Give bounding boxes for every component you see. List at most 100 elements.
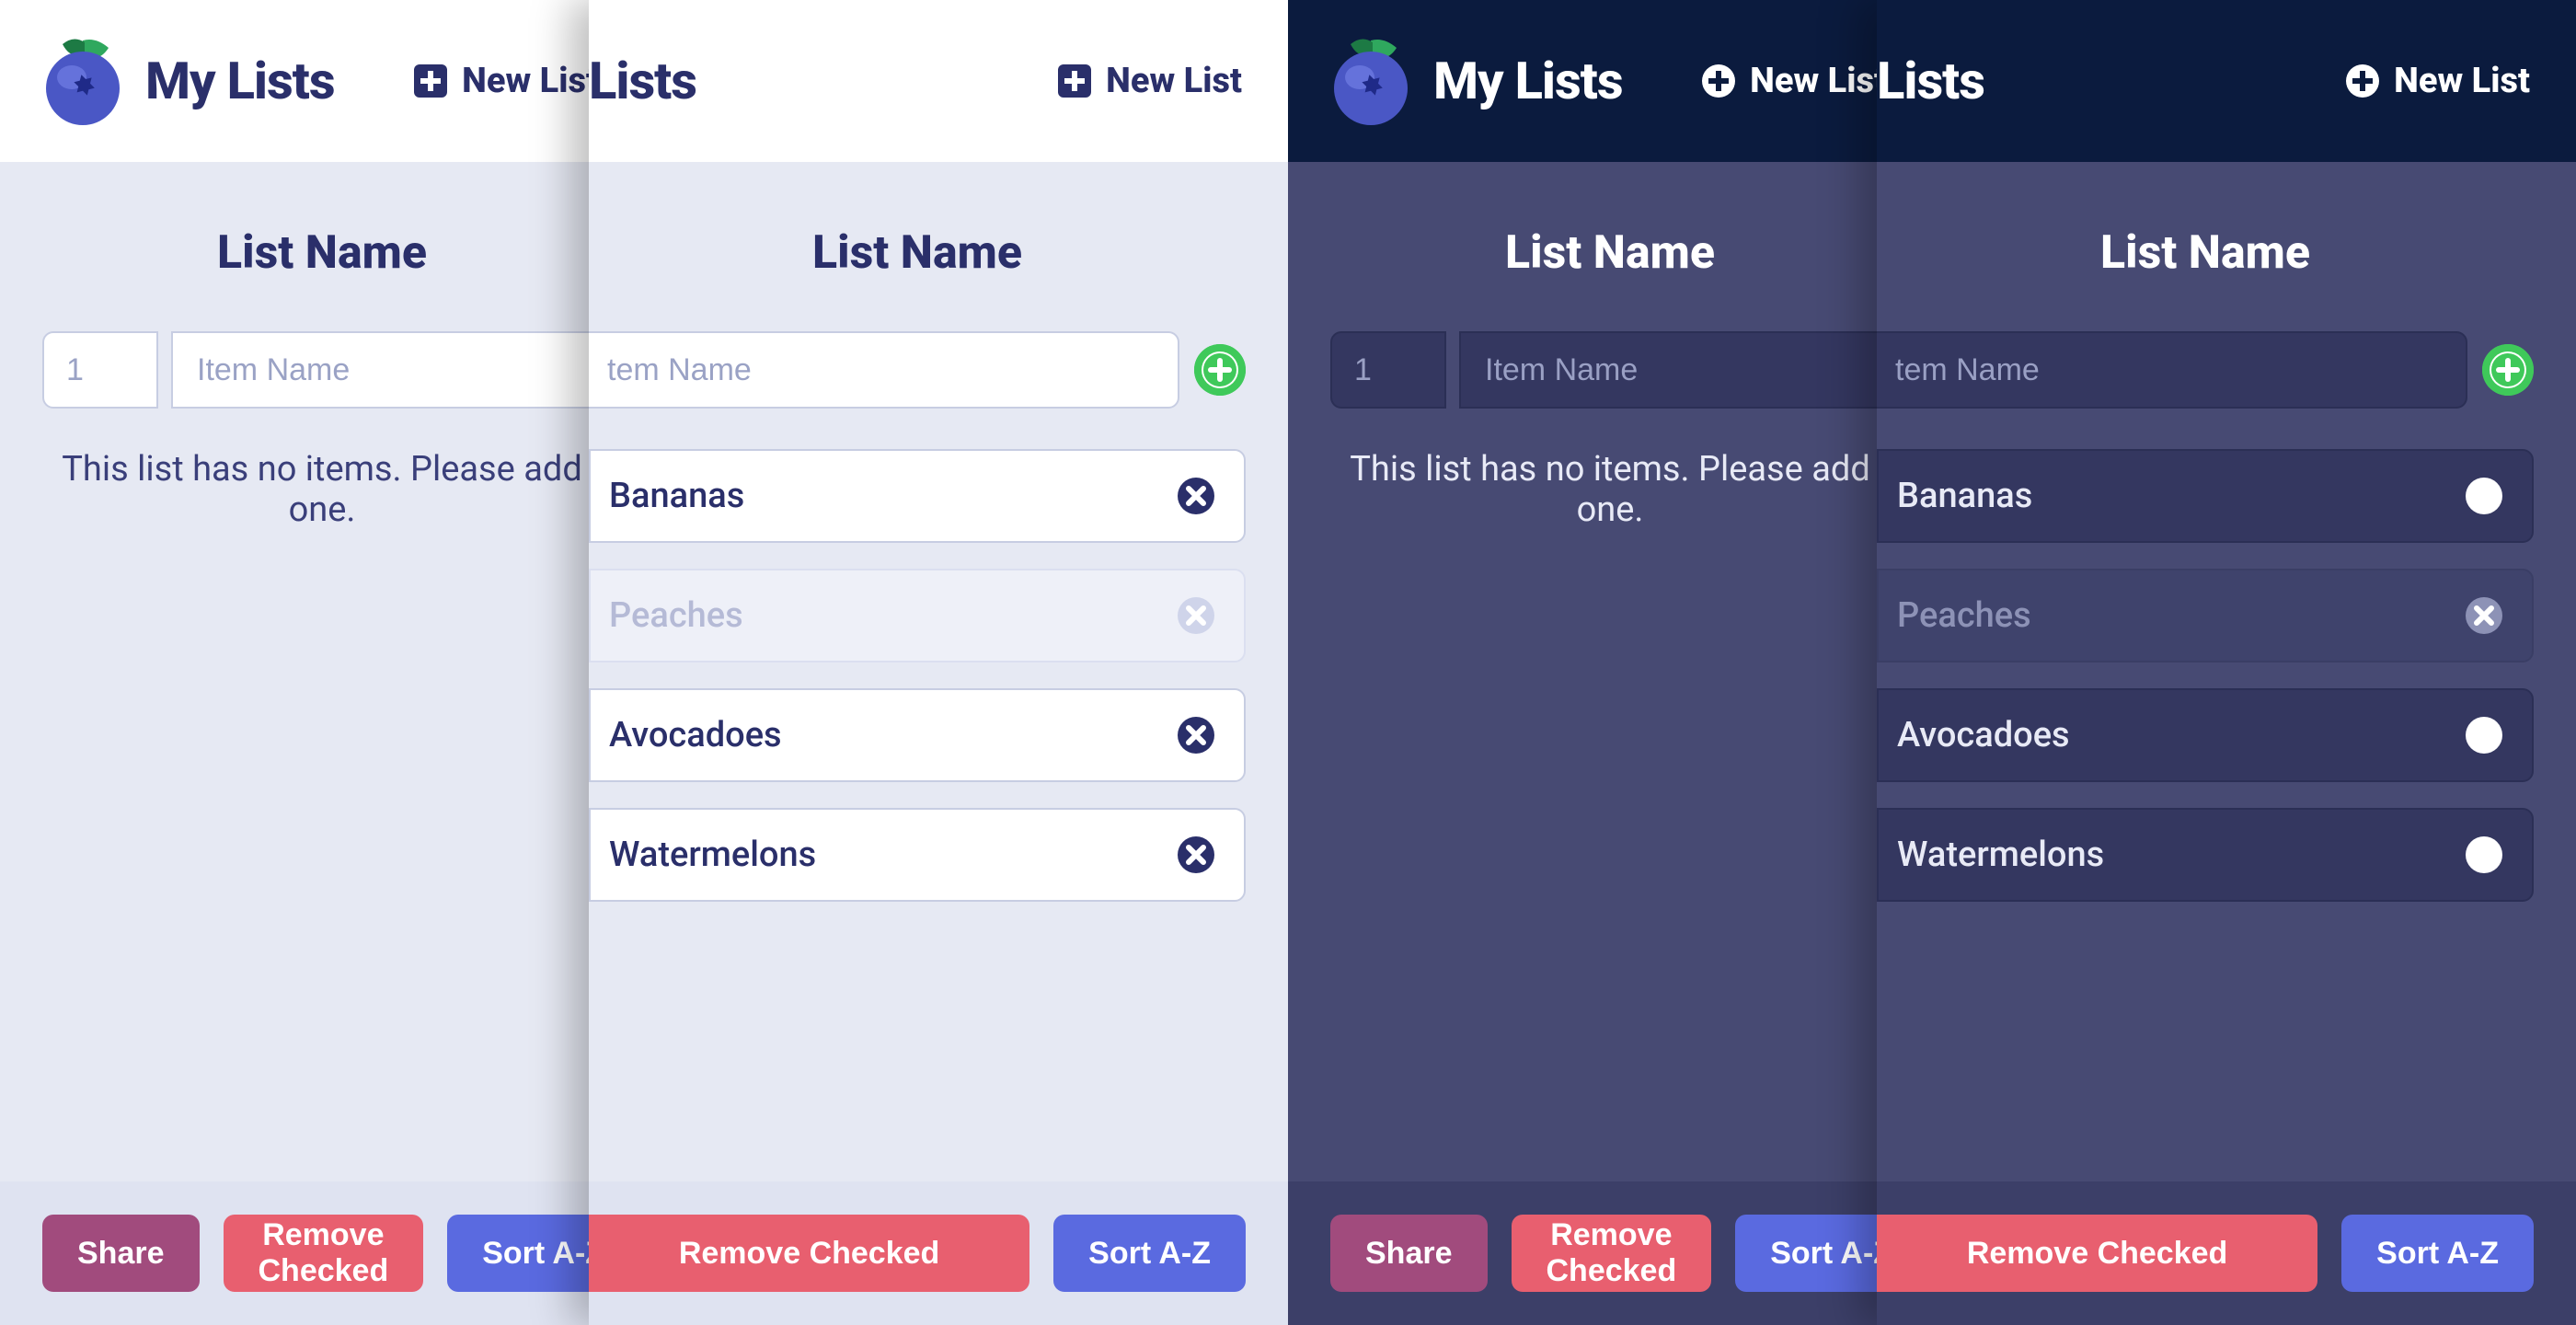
list-item[interactable]: Avocadoes <box>1877 688 2534 782</box>
app-title: My Lists <box>145 51 335 111</box>
app-title: My Lists <box>1433 51 1623 111</box>
list-item[interactable]: Bananas <box>1877 449 2534 543</box>
x-circle-icon <box>1176 595 1216 636</box>
remove-item-button[interactable] <box>2464 715 2504 755</box>
list-item[interactable]: Avocadoes <box>589 688 1246 782</box>
app-title: Lists <box>1877 51 1984 111</box>
item-label: Peaches <box>609 595 743 636</box>
x-circle-icon <box>2464 835 2504 875</box>
remove-checked-button[interactable]: Remove Checked <box>224 1215 424 1292</box>
panel-dark-items: Lists New List List Name Bananas Peaches… <box>1877 0 2576 1325</box>
add-item-row <box>1877 331 2534 409</box>
add-item-button[interactable] <box>1194 344 1246 396</box>
new-list-label: New List <box>1750 61 1886 101</box>
list-body: List Name Bananas Peaches Avocadoes Wate… <box>1877 162 2576 1181</box>
header: Lists New List <box>589 0 1288 162</box>
new-list-button[interactable]: New List <box>1700 61 1886 101</box>
list-title: List Name <box>42 226 602 280</box>
list-body: List Name This list has no items. Please… <box>0 162 644 1181</box>
remove-item-button[interactable] <box>1176 595 1216 636</box>
list-item[interactable]: Peaches <box>589 569 1246 662</box>
item-label: Bananas <box>1897 476 2032 516</box>
list-body: List Name Bananas Peaches Avocadoes Wate… <box>589 162 1288 1181</box>
list-item[interactable]: Bananas <box>589 449 1246 543</box>
list-title: List Name <box>1877 226 2534 280</box>
item-label: Peaches <box>1897 595 2031 636</box>
quantity-input[interactable] <box>42 331 158 409</box>
sort-button[interactable]: Sort A-Z <box>2341 1215 2534 1292</box>
item-label: Bananas <box>609 476 744 516</box>
plus-square-icon <box>412 63 449 99</box>
footer: Share Remove Checked Sort A-Z <box>1288 1181 1932 1325</box>
share-button[interactable]: Share <box>1330 1215 1488 1292</box>
panel-dark-empty: My Lists New List List Name This list ha… <box>1288 0 1932 1325</box>
blueberry-logo-icon <box>1325 35 1417 127</box>
plus-square-icon <box>1056 63 1093 99</box>
add-item-row <box>1330 331 1890 409</box>
list-body: List Name This list has no items. Please… <box>1288 162 1932 1181</box>
logo-wrap: My Lists <box>1325 35 1623 127</box>
panel-light-empty: My Lists New List List Name This list ha… <box>0 0 644 1325</box>
footer: Share Remove Checked Sort A-Z <box>589 1181 1288 1325</box>
x-circle-icon <box>1176 476 1216 516</box>
remove-checked-button[interactable]: Remove Checked <box>589 1215 1029 1292</box>
blueberry-logo-icon <box>37 35 129 127</box>
remove-item-button[interactable] <box>1176 476 1216 516</box>
remove-item-button[interactable] <box>1176 715 1216 755</box>
empty-message: This list has no items. Please add one. <box>42 449 602 530</box>
new-list-label: New List <box>462 61 598 101</box>
header: Lists New List <box>1877 0 2576 162</box>
add-item-row <box>42 331 602 409</box>
footer: Share Remove Checked Sort A-Z <box>1877 1181 2576 1325</box>
new-list-button[interactable]: New List <box>2344 61 2530 101</box>
remove-checked-button[interactable]: Remove Checked <box>1512 1215 1712 1292</box>
panel-light-items: Lists New List List Name Bananas Peaches… <box>589 0 1288 1325</box>
item-name-input[interactable] <box>171 331 630 409</box>
logo-wrap: Lists <box>1877 51 1984 111</box>
item-label: Watermelons <box>609 835 816 875</box>
new-list-button[interactable]: New List <box>412 61 598 101</box>
new-list-button[interactable]: New List <box>1056 61 1242 101</box>
list-item[interactable]: Peaches <box>1877 569 2534 662</box>
empty-message: This list has no items. Please add one. <box>1330 449 1890 530</box>
list-title: List Name <box>1330 226 1890 280</box>
item-label: Avocadoes <box>1897 715 2070 755</box>
logo-wrap: My Lists <box>37 35 335 127</box>
sort-button[interactable]: Sort A-Z <box>1053 1215 1246 1292</box>
footer: Share Remove Checked Sort A-Z <box>0 1181 644 1325</box>
plus-circle-icon <box>2344 63 2381 99</box>
item-name-input[interactable] <box>589 331 1179 409</box>
app-title: Lists <box>589 51 696 111</box>
share-button[interactable]: Share <box>42 1215 200 1292</box>
item-name-input[interactable] <box>1459 331 1918 409</box>
x-circle-icon <box>1176 715 1216 755</box>
list-title: List Name <box>589 226 1246 280</box>
list-item[interactable]: Watermelons <box>589 808 1246 902</box>
remove-item-button[interactable] <box>2464 476 2504 516</box>
items-list: Bananas Peaches Avocadoes Watermelons <box>1877 449 2534 902</box>
add-item-row <box>589 331 1246 409</box>
logo-wrap: Lists <box>589 51 696 111</box>
x-circle-icon <box>1176 835 1216 875</box>
items-list: Bananas Peaches Avocadoes Watermelons <box>589 449 1246 902</box>
remove-checked-button[interactable]: Remove Checked <box>1877 1215 2317 1292</box>
remove-item-button[interactable] <box>2464 595 2504 636</box>
x-circle-icon <box>2464 476 2504 516</box>
list-item[interactable]: Watermelons <box>1877 808 2534 902</box>
add-item-button[interactable] <box>2482 344 2534 396</box>
x-circle-icon <box>2464 715 2504 755</box>
quantity-input[interactable] <box>1330 331 1446 409</box>
remove-item-button[interactable] <box>1176 835 1216 875</box>
remove-item-button[interactable] <box>2464 835 2504 875</box>
plus-circle-icon <box>2482 344 2534 396</box>
header: My Lists New List <box>0 0 644 162</box>
new-list-label: New List <box>2394 61 2530 101</box>
item-name-input[interactable] <box>1877 331 2467 409</box>
x-circle-icon <box>2464 595 2504 636</box>
item-label: Watermelons <box>1897 835 2104 875</box>
plus-circle-icon <box>1194 344 1246 396</box>
plus-circle-icon <box>1700 63 1737 99</box>
item-label: Avocadoes <box>609 715 782 755</box>
header: My Lists New List <box>1288 0 1932 162</box>
new-list-label: New List <box>1106 61 1242 101</box>
